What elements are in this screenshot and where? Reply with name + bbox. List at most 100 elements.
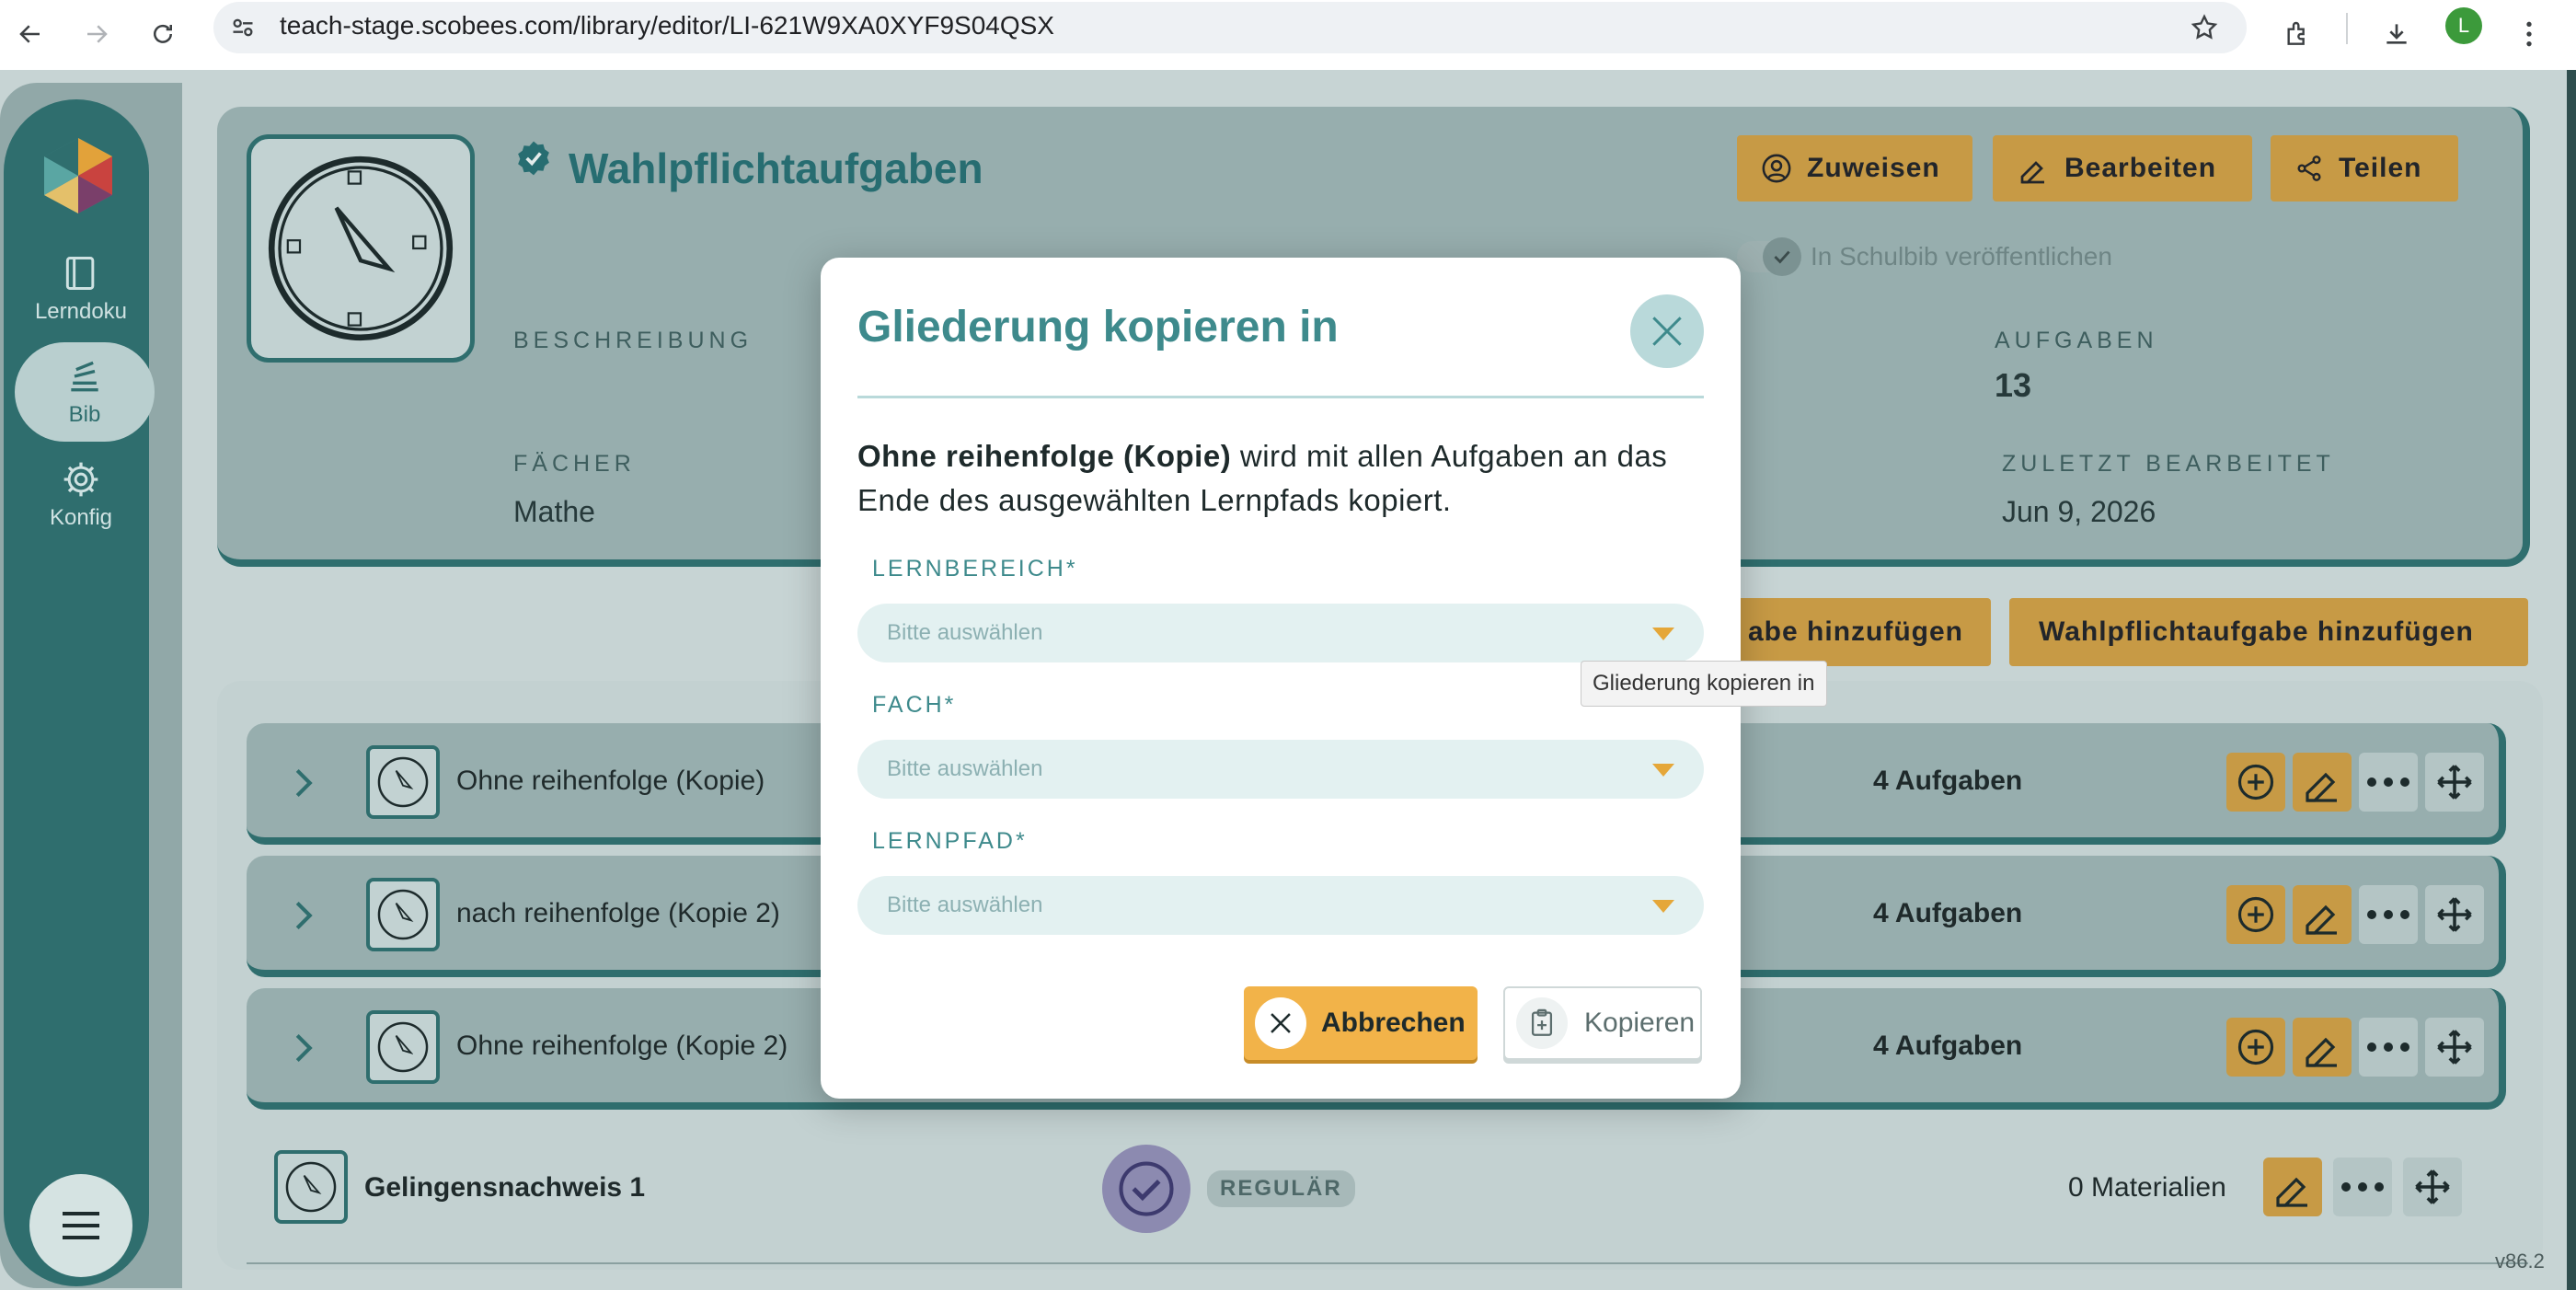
- row-task-count: 4 Aufgaben: [1873, 766, 2023, 796]
- fach-label: FACH*: [872, 692, 957, 718]
- clipboard-copy-icon: [1516, 997, 1568, 1049]
- more-options-icon[interactable]: [2333, 1158, 2392, 1216]
- eraser-edit-icon[interactable]: [2293, 885, 2352, 944]
- close-button[interactable]: [1630, 294, 1704, 368]
- check-circle-icon: [1102, 1145, 1190, 1233]
- row-title: nach reihenfolge (Kopie 2): [456, 898, 780, 928]
- last-edited-label: ZULETZT BEARBEITET: [2002, 451, 2335, 477]
- caret-down-icon: [1652, 900, 1674, 913]
- user-circle-icon: [1762, 154, 1791, 183]
- eraser-edit-icon[interactable]: [2293, 1018, 2352, 1077]
- cancel-button[interactable]: Abbrechen: [1244, 986, 1478, 1060]
- row-title: Ohne reihenfolge (Kopie 2): [456, 1031, 788, 1061]
- sidebar-item-bib[interactable]: Bib: [15, 342, 155, 442]
- page-title: Wahlpflichtaufgaben: [569, 144, 983, 192]
- tasks-value: 13: [1995, 366, 2032, 404]
- url-text[interactable]: teach-stage.scobees.com/library/editor/L…: [280, 11, 1054, 40]
- lernpfad-label: LERNPFAD*: [872, 828, 1028, 854]
- edit-label: Bearbeiten: [2064, 153, 2217, 183]
- bookmark-star-icon[interactable]: [2190, 13, 2219, 47]
- download-icon[interactable]: [2375, 13, 2418, 55]
- last-edited-value: Jun 9, 2026: [2002, 495, 2156, 528]
- add-elective-task-button[interactable]: Wahlpflichtaufgabe hinzufügen: [2009, 598, 2528, 666]
- evidence-item[interactable]: Gelingensnachweis 1 REGULÄR 0 Materialie…: [247, 1139, 2528, 1237]
- sidebar-item-label: Bib: [68, 402, 101, 427]
- add-circle-icon[interactable]: [2226, 1018, 2285, 1077]
- publish-toggle-row[interactable]: In Schulbib veröffentlichen: [1737, 237, 2112, 276]
- move-icon[interactable]: [2403, 1158, 2462, 1216]
- site-settings-icon[interactable]: [230, 15, 256, 45]
- caret-down-icon: [1652, 764, 1674, 777]
- tasks-label: AUFGABEN: [1995, 328, 2158, 353]
- extensions-icon[interactable]: [2276, 13, 2318, 55]
- eraser-edit-icon[interactable]: [2293, 753, 2352, 812]
- lernbereich-select[interactable]: Bitte auswählen: [857, 604, 1704, 662]
- gear-icon: [63, 462, 98, 497]
- chevron-right-icon[interactable]: [293, 767, 315, 803]
- more-options-icon[interactable]: [2359, 885, 2418, 944]
- scrollbar[interactable]: [2567, 70, 2576, 1290]
- verified-badge-icon: [513, 138, 554, 183]
- fach-select[interactable]: Bitte auswählen: [857, 740, 1704, 799]
- subjects-value: Mathe: [513, 495, 595, 528]
- move-icon[interactable]: [2425, 753, 2484, 812]
- reload-icon[interactable]: [142, 13, 184, 55]
- select-placeholder: Bitte auswählen: [887, 620, 1043, 645]
- status-badge: REGULÄR: [1207, 1170, 1355, 1207]
- caret-down-icon: [1652, 628, 1674, 640]
- eraser-edit-icon[interactable]: [2263, 1158, 2322, 1216]
- more-options-icon[interactable]: [2359, 1018, 2418, 1077]
- publish-toggle[interactable]: [1737, 237, 1801, 276]
- sidebar-item-lerndoku[interactable]: Lerndoku: [13, 239, 149, 339]
- chevron-right-icon[interactable]: [293, 1032, 315, 1068]
- add-circle-icon[interactable]: [2226, 885, 2285, 944]
- cover-image: [247, 134, 475, 363]
- materials-count: 0 Materialien: [2068, 1172, 2226, 1203]
- hamburger-icon: [63, 1212, 99, 1239]
- toolbar-divider: [2346, 13, 2348, 44]
- profile-avatar[interactable]: L: [2445, 7, 2482, 44]
- description-label: BESCHREIBUNG: [513, 328, 753, 353]
- copy-button[interactable]: Kopieren: [1503, 986, 1702, 1060]
- move-icon[interactable]: [2425, 1018, 2484, 1077]
- edit-button[interactable]: Bearbeiten: [1993, 135, 2252, 202]
- dialog-title: Gliederung kopieren in: [857, 303, 1339, 351]
- row-task-count: 4 Aufgaben: [1873, 1031, 2023, 1061]
- book-icon: [65, 257, 95, 290]
- check-icon: [1763, 237, 1801, 276]
- sidebar-item-label: Lerndoku: [34, 299, 128, 324]
- lernpfad-select[interactable]: Bitte auswählen: [857, 876, 1704, 935]
- browser-toolbar: teach-stage.scobees.com/library/editor/L…: [0, 0, 2576, 71]
- subjects-label: FÄCHER: [513, 451, 636, 477]
- library-icon: [71, 361, 98, 392]
- chevron-right-icon[interactable]: [293, 900, 315, 936]
- add-circle-icon[interactable]: [2226, 753, 2285, 812]
- back-icon[interactable]: [9, 13, 52, 55]
- add-task-button[interactable]: abe hinzufügen: [1730, 598, 1991, 666]
- compass-icon: [274, 1150, 348, 1224]
- share-icon: [2297, 155, 2321, 181]
- browser-menu-icon[interactable]: [2508, 13, 2550, 55]
- dialog-message: Ohne reihenfolge (Kopie) wird mit allen …: [857, 434, 1704, 523]
- sidebar-item-label: Konfig: [49, 505, 113, 530]
- move-icon[interactable]: [2425, 885, 2484, 944]
- main-menu-button[interactable]: [29, 1174, 132, 1277]
- sidebar-item-konfig[interactable]: Konfig: [13, 445, 149, 545]
- row-task-count: 4 Aufgaben: [1873, 898, 2023, 928]
- address-bar[interactable]: teach-stage.scobees.com/library/editor/L…: [213, 2, 2247, 53]
- close-icon: [1652, 317, 1682, 346]
- divider: [247, 1262, 2528, 1264]
- close-icon: [1255, 997, 1306, 1049]
- compass-icon: [366, 745, 440, 819]
- share-button[interactable]: Teilen: [2271, 135, 2458, 202]
- assign-button[interactable]: Zuweisen: [1737, 135, 1972, 202]
- compass-icon: [366, 1010, 440, 1084]
- more-options-icon[interactable]: [2359, 753, 2418, 812]
- app-logo[interactable]: [37, 134, 120, 217]
- divider: [857, 396, 1704, 398]
- evidence-title: Gelingensnachweis 1: [364, 1172, 646, 1203]
- forward-icon[interactable]: [75, 13, 118, 55]
- assign-label: Zuweisen: [1807, 153, 1940, 183]
- lernbereich-label: LERNBEREICH*: [872, 556, 1078, 582]
- sidebar-rail: Lerndoku Bib Konfig: [4, 99, 155, 1286]
